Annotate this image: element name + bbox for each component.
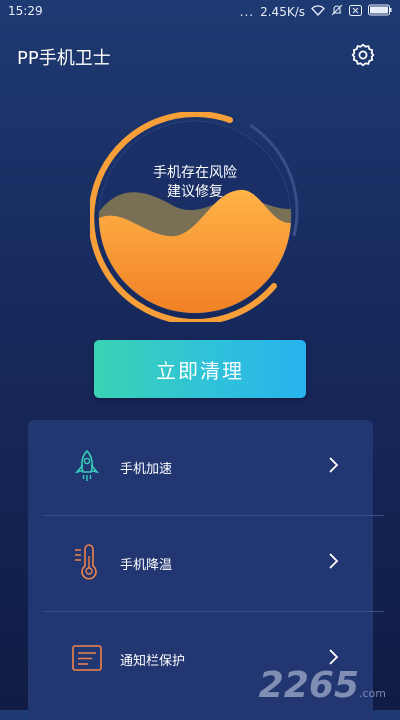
watermark-number: 2265 — [258, 665, 359, 706]
menu-item-cool-down[interactable]: 手机降温 — [28, 516, 373, 611]
gear-icon — [351, 43, 375, 67]
risk-gauge: 手机存在风险 建议修复 — [90, 112, 300, 322]
menu-item-label: 通知栏保护 — [120, 654, 186, 669]
notification-bar-icon — [70, 640, 104, 676]
rocket-icon — [70, 448, 104, 484]
clean-now-button[interactable]: 立即清理 — [94, 340, 306, 398]
settings-button[interactable] — [350, 42, 376, 68]
wifi-icon — [311, 4, 325, 19]
status-icons: ... 2.45K/s — [240, 4, 392, 19]
status-time: 15:29 — [8, 4, 43, 18]
chevron-right-icon — [328, 456, 340, 474]
chevron-right-icon — [328, 648, 340, 666]
battery-icon — [368, 4, 392, 19]
gauge-graphic — [90, 112, 299, 322]
app-header: PP手机卫士 — [0, 36, 400, 76]
sim-off-icon — [349, 4, 362, 19]
menu-item-speed-up[interactable]: 手机加速 — [28, 420, 373, 515]
watermark-suffix: .com — [359, 687, 386, 700]
menu-item-label: 手机加速 — [120, 462, 173, 477]
risk-advice-text: 建议修复 — [167, 184, 223, 200]
thermometer-icon — [70, 544, 104, 580]
mute-bell-icon — [331, 4, 343, 19]
app-title: PP手机卫士 — [17, 48, 111, 69]
status-bar: 15:29 ... 2.45K/s — [0, 0, 400, 24]
menu-item-label: 手机降温 — [120, 558, 173, 573]
risk-warning-text: 手机存在风险 — [153, 165, 237, 181]
status-dots: ... — [239, 4, 255, 19]
chevron-right-icon — [328, 552, 340, 570]
network-speed: 2.45K/s — [260, 4, 305, 19]
watermark-logo: 2265.com — [259, 665, 386, 706]
